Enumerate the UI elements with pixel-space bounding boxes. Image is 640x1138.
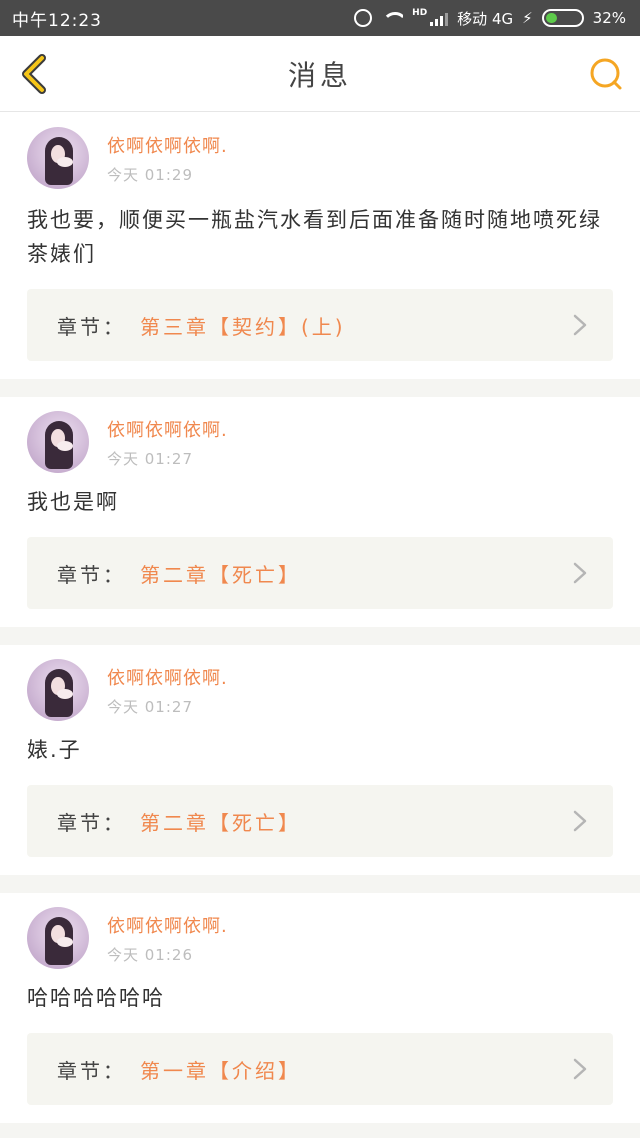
chapter-link[interactable]: 章节： 第一章【介绍】: [27, 1033, 613, 1105]
avatar[interactable]: [27, 411, 89, 473]
page-title: 消息: [287, 58, 352, 92]
chevron-right-icon: [573, 810, 587, 832]
chapter-label: 章节：: [57, 314, 126, 339]
user-name[interactable]: 依啊依啊依啊.: [107, 132, 228, 158]
message-time: 今天 01:26: [107, 945, 193, 964]
message-item[interactable]: 依啊依啊依啊. 今天 01:29 我也要，顺便买一瓶盐汽水看到后面准备随时随地喷…: [0, 113, 640, 397]
chapter-name: 第二章【死亡】: [140, 562, 301, 587]
message-item[interactable]: 依啊依啊依啊. 今天 01:27 婊.子 章节： 第二章【死亡】: [0, 645, 640, 893]
search-button[interactable]: [586, 54, 626, 94]
chevron-right-icon: [573, 1058, 587, 1080]
user-name[interactable]: 依啊依啊依啊.: [107, 664, 228, 690]
chapter-name: 第一章【介绍】: [140, 1058, 301, 1083]
chapter-label: 章节：: [57, 562, 126, 587]
avatar[interactable]: [27, 907, 89, 969]
message-text: 哈哈哈哈哈哈: [27, 986, 165, 1010]
message-time: 今天 01:29: [107, 165, 193, 184]
wifi-icon: [381, 10, 403, 26]
signal-icon: [430, 10, 449, 26]
charging-icon: ⚡: [522, 9, 533, 27]
status-bar: 中午12:23 HD 移动 4G ⚡ 32%: [0, 0, 640, 36]
message-item[interactable]: 依啊依啊依啊. 今天 01:27 我也是啊 章节： 第二章【死亡】: [0, 397, 640, 645]
user-name[interactable]: 依啊依啊依啊.: [107, 912, 228, 938]
user-name[interactable]: 依啊依啊依啊.: [107, 416, 228, 442]
battery-percent: 32%: [592, 9, 626, 27]
chapter-link[interactable]: 章节： 第三章【契约】(上): [27, 289, 613, 361]
battery-icon: [541, 9, 584, 27]
message-text: 我也是啊: [27, 490, 119, 514]
chapter-name: 第二章【死亡】: [140, 810, 301, 835]
chapter-link[interactable]: 章节： 第二章【死亡】: [27, 537, 613, 609]
status-time: 中午12:23: [12, 10, 102, 31]
message-header: 依啊依啊依啊. 今天 01:27: [27, 659, 613, 721]
chapter-link[interactable]: 章节： 第二章【死亡】: [27, 785, 613, 857]
chapter-name: 第三章【契约】(上): [140, 314, 346, 339]
message-item[interactable]: 依啊依啊依啊. 今天 01:26 哈哈哈哈哈哈 章节： 第一章【介绍】: [0, 893, 640, 1138]
avatar[interactable]: [27, 127, 89, 189]
status-icons: HD 移动 4G ⚡ 32%: [354, 8, 626, 29]
chevron-right-icon: [573, 314, 587, 336]
message-text: 婊.子: [27, 738, 82, 762]
message-header: 依啊依啊依啊. 今天 01:29: [27, 127, 613, 189]
chevron-right-icon: [573, 562, 587, 584]
battery-level: [545, 13, 557, 23]
message-list: 依啊依啊依啊. 今天 01:29 我也要，顺便买一瓶盐汽水看到后面准备随时随地喷…: [0, 113, 640, 1138]
carrier-label: 移动 4G: [457, 9, 514, 28]
message-header: 依啊依啊依啊. 今天 01:27: [27, 411, 613, 473]
chevron-left-icon: [22, 54, 46, 94]
chapter-label: 章节：: [57, 1058, 126, 1083]
message-time: 今天 01:27: [107, 449, 193, 468]
message-time: 今天 01:27: [107, 697, 193, 716]
chapter-label: 章节：: [57, 810, 126, 835]
message-header: 依啊依啊依啊. 今天 01:26: [27, 907, 613, 969]
alarm-icon: [354, 9, 373, 27]
avatar[interactable]: [27, 659, 89, 721]
search-icon: [590, 58, 622, 90]
nav-bar: 消息: [0, 36, 640, 112]
back-button[interactable]: [14, 54, 54, 94]
hd-indicator: HD: [412, 7, 428, 18]
message-text: 我也要，顺便买一瓶盐汽水看到后面准备随时随地喷死绿茶婊们: [27, 208, 602, 266]
